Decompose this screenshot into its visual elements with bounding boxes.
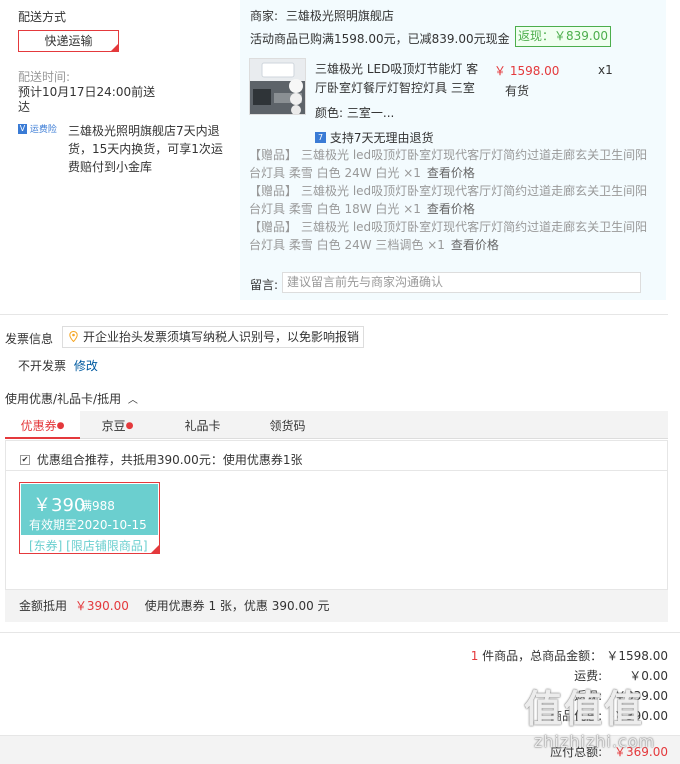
promo-text: 活动商品已购满1598.00元，已减839.00元现金: [250, 32, 510, 46]
tab-gift-card[interactable]: 礼品卡: [165, 411, 240, 439]
gift-tag: 【赠品】: [249, 184, 298, 198]
message-label: 留言:: [250, 278, 279, 292]
selected-corner-icon: [150, 544, 160, 554]
tab-label: 京豆: [101, 419, 126, 433]
policy-line: 货，15天内换货，可享1次运: [68, 142, 223, 156]
seven-day-return-icon: 7: [315, 132, 326, 143]
tab-coupons[interactable]: 优惠券●: [5, 411, 80, 439]
coupon-expiry: 有效期至2020-10-15: [29, 518, 147, 532]
return-policy-text: 三雄极光照明旗舰店7天内退 货，15天内换货，可享1次运 费赔付到小金库: [68, 122, 223, 176]
coupon-condition: 满988: [80, 499, 115, 513]
invoice-tip: 开企业抬头发票须填写纳税人识别号，以免影响报销: [62, 326, 364, 348]
color-row: 颜色: 三室一...: [315, 104, 394, 121]
merchant-row: 商家: 三雄极光照明旗舰店: [250, 7, 394, 24]
view-price-link[interactable]: 查看价格: [427, 202, 475, 216]
summary-amount: ￥390.00: [74, 599, 129, 613]
gift-spec: 台灯具 柔雪 白色 24W 三档调色 ×1: [249, 238, 445, 252]
invoice-title: 发票信息: [5, 332, 54, 346]
view-price-link[interactable]: 查看价格: [451, 238, 499, 252]
invoice-value: 不开发票: [18, 359, 67, 373]
delivery-title: 配送方式: [18, 10, 67, 24]
summary-label: 金额抵用: [19, 599, 68, 613]
delivery-column: 配送方式 快递运输 配送时间: 预计10月17日24:00前送 达 V 运费险 …: [0, 0, 236, 300]
shield-icon: V: [18, 123, 27, 134]
location-pin-icon: [69, 331, 78, 342]
order-block: 配送方式 快递运输 配送时间: 预计10月17日24:00前送 达 V 运费险 …: [0, 0, 680, 300]
tab-redeem-code[interactable]: 领货码: [250, 411, 325, 439]
freight-insurance-badge: V 运费险: [18, 122, 57, 135]
goods-total-label: 件商品，总商品金额：: [482, 649, 603, 663]
divider: [6, 470, 667, 471]
total-goods-row: 1 件商品，总商品金额： ￥1598.00: [471, 647, 668, 664]
invoice-tip-text: 开企业抬头发票须填写纳税人识别号，以免影响报销: [83, 330, 360, 344]
discount-tabs: 优惠券● 京豆● 礼品卡 领货码: [5, 411, 668, 439]
rebate-badge: 返现：￥839.00: [515, 26, 611, 47]
product-quantity: x1: [598, 63, 613, 77]
summary-detail: 使用优惠券 1 张，优惠 390.00 元: [144, 599, 330, 613]
gift-tag: 【赠品】: [249, 220, 298, 234]
policy-line: 费赔付到小金库: [68, 160, 153, 174]
merchant-label: 商家:: [250, 9, 279, 23]
view-price-link[interactable]: 查看价格: [427, 166, 475, 180]
watermark-url: zhizhizhi.com: [534, 732, 656, 751]
delivery-time-value-1: 预计10月17日24:00前送: [18, 85, 156, 99]
invoice-edit-link[interactable]: 修改: [74, 359, 98, 373]
divider: [0, 632, 680, 633]
dot-indicator: ●: [125, 421, 134, 431]
item-count: 1: [470, 649, 479, 663]
coupon-face: ￥390 满988 有效期至2020-10-15: [21, 484, 158, 535]
ceiling-light-image: [250, 59, 305, 114]
policy-line: 三雄极光照明旗舰店7天内退: [68, 124, 220, 138]
gift-name: 三雄极光 led吸顶灯卧室灯现代客厅灯简约过道走廊玄关卫生间阳: [301, 220, 648, 234]
coupon-tags: [东券] [限店铺限商品]: [29, 539, 148, 553]
shipping-method-button[interactable]: 快递运输: [18, 30, 119, 52]
shipping-method-label: 快递运输: [44, 34, 93, 48]
product-title-line: 厅卧室灯餐厅灯智控灯具 三室: [315, 81, 475, 95]
discounts-title: 使用优惠/礼品卡/抵用: [5, 392, 122, 406]
product-title[interactable]: 三雄极光 LED吸顶灯节能灯 客 厅卧室灯餐厅灯智控灯具 三室: [315, 60, 478, 98]
product-price: ￥ 1598.00: [494, 64, 560, 78]
watermark-logo: 值值值: [524, 687, 645, 731]
return-policy-row: 7 支持7天无理由退货: [315, 129, 433, 146]
site-watermark: 值值值 zhizhizhi.com: [524, 678, 674, 758]
delivery-time-value-2: 达: [18, 100, 31, 114]
freight-insurance-label: 运费险: [29, 125, 57, 135]
gift-spec: 台灯具 柔雪 白色 18W 白光 ×1: [249, 202, 421, 216]
gift-name: 三雄极光 led吸顶灯卧室灯现代客厅灯简约过道走廊玄关卫生间阳: [301, 148, 648, 162]
chevron-up-icon: ︿: [127, 395, 138, 406]
tab-label: 领货码: [269, 419, 306, 433]
gift-item: 【赠品】 三雄极光 led吸顶灯卧室灯现代客厅灯简约过道走廊玄关卫生间阳 台灯具 …: [249, 146, 647, 182]
color-value: 三室一...: [346, 106, 395, 120]
coupon-card[interactable]: ￥390 满988 有效期至2020-10-15 [东券] [限店铺限商品]: [19, 482, 160, 554]
tab-label: 礼品卡: [184, 419, 221, 433]
gift-tag: 【赠品】: [249, 148, 298, 162]
color-label: 颜色:: [315, 106, 344, 120]
product-title-line: 三雄极光 LED吸顶灯节能灯 客: [315, 62, 479, 76]
discount-summary: 金额抵用 ￥390.00 使用优惠券 1 张，优惠 390.00 元: [5, 590, 668, 622]
dot-indicator: ●: [56, 421, 65, 431]
coupon-amount: ￥390: [33, 495, 86, 516]
gift-spec: 台灯具 柔雪 白色 24W 白光 ×1: [249, 166, 421, 180]
invoice-row: 不开发票 修改: [18, 357, 98, 374]
stock-status: 有货: [505, 84, 530, 98]
product-thumbnail[interactable]: [249, 58, 306, 115]
gift-item: 【赠品】 三雄极光 led吸顶灯卧室灯现代客厅灯简约过道走廊玄关卫生间阳 台灯具 …: [249, 182, 647, 218]
message-input[interactable]: 建议留言前先与商家沟通确认: [282, 272, 641, 293]
goods-total-value: ￥1598.00: [606, 649, 668, 663]
checkbox-icon[interactable]: ✔: [20, 454, 30, 465]
gift-name: 三雄极光 led吸顶灯卧室灯现代客厅灯简约过道走廊玄关卫生间阳: [301, 184, 648, 198]
gift-item: 【赠品】 三雄极光 led吸顶灯卧室灯现代客厅灯简约过道走廊玄关卫生间阳 台灯具 …: [249, 218, 647, 254]
discounts-toggle[interactable]: 使用优惠/礼品卡/抵用 ︿: [5, 390, 138, 407]
tab-label: 优惠券: [20, 419, 57, 433]
divider: [0, 314, 668, 315]
merchant-name[interactable]: 三雄极光照明旗舰店: [286, 9, 394, 23]
selected-corner-icon: [110, 43, 119, 52]
tab-jingdou[interactable]: 京豆●: [80, 411, 155, 439]
return-policy-label: 支持7天无理由退货: [329, 131, 434, 145]
recommend-text: 优惠组合推荐，共抵用390.00元：使用优惠券1张: [36, 453, 303, 467]
recommend-row[interactable]: ✔ 优惠组合推荐，共抵用390.00元：使用优惠券1张: [20, 451, 302, 468]
